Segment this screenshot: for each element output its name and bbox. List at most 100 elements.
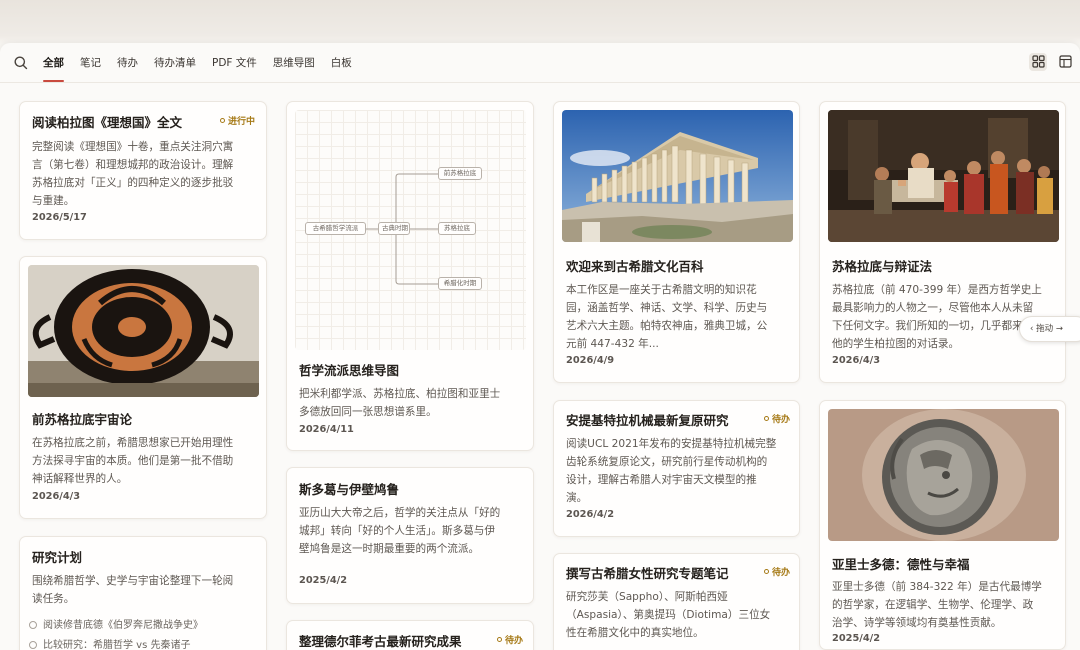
- body-line: 齿轮系统复原论文，研究前行星传动机构的: [566, 456, 768, 468]
- body-line: 把米利都学派、苏格拉底、柏拉图和亚里士: [299, 388, 501, 400]
- card-title: 斯多葛与伊壁鸠鲁: [299, 482, 400, 497]
- arrow-right-icon: →: [1053, 324, 1063, 334]
- card-body: 本工作区是一座关于古希腊文明的知识花 园，涵盖哲学、神话、文学、科学、历史与 艺…: [566, 281, 796, 353]
- card-date: 2026/4/3: [32, 491, 81, 502]
- tab-mindmap[interactable]: 思维导图: [273, 43, 315, 83]
- greek-vase-image: [28, 265, 259, 397]
- task-label: 阅读修昔底德《伯罗奔尼撒战争史》: [43, 620, 203, 631]
- task-item[interactable]: 比较研究：希腊哲学 vs 先秦诸子: [29, 636, 191, 650]
- status-badge-label: 待办: [772, 415, 791, 425]
- body-line: 在苏格拉底之前，希腊思想家已开始用理性: [32, 437, 234, 449]
- card-research-plan[interactable]: 研究计划 围绕希腊哲学、史学与宇宙论整理下一轮阅 读任务。 阅读修昔底德《伯罗奔…: [19, 536, 267, 650]
- grid-view-button[interactable]: [1029, 53, 1047, 71]
- filter-tabs: 全部 笔记 待办 待办清单 PDF 文件 思维导图 白板: [43, 43, 368, 83]
- body-line: 亚里士多德（前 384-322 年）是古代最博学: [832, 581, 1042, 593]
- tab-notes[interactable]: 笔记: [80, 43, 101, 83]
- card-date: 2025/4/2: [832, 633, 881, 644]
- card-body: 亚历山大大帝之后，哲学的关注点从「好的 城邦」转向「好的个人生活」。斯多葛与伊 …: [299, 504, 529, 558]
- status-badge-label: 待办: [505, 636, 524, 646]
- card-title: 研究计划: [32, 550, 83, 565]
- tab-todo-list[interactable]: 待办清单: [154, 43, 196, 83]
- body-line: 苏格拉底（前 470-399 年）是西方哲学史上: [832, 284, 1042, 296]
- card-welcome[interactable]: 欢迎来到古希腊文化百科 本工作区是一座关于古希腊文明的知识花 园，涵盖哲学、神话…: [553, 101, 800, 383]
- checkbox-icon[interactable]: [29, 641, 37, 649]
- app-window: 全部 笔记 待办 待办清单 PDF 文件 思维导图 白板 阅读柏拉图《理想国》全…: [0, 43, 1080, 650]
- status-dot-icon: [764, 416, 769, 421]
- status-badge: 待办: [764, 565, 790, 578]
- card-title: 整理德尔菲考古最新研究成果: [299, 634, 462, 649]
- card-title: 哲学流派思维导图: [299, 363, 400, 378]
- tab-todo[interactable]: 待办: [117, 43, 138, 83]
- body-line: 园，涵盖哲学、神话、文学、科学、历史与: [566, 302, 768, 314]
- card-antikythera[interactable]: 安提基特拉机械最新复原研究 待办 阅读UCL 2021年发布的安提基特拉机械完整…: [553, 400, 800, 537]
- body-line: 壁鸠鲁是这一时期最重要的两个流派。: [299, 543, 480, 555]
- checkbox-icon[interactable]: [29, 621, 37, 629]
- card-body: 把米利都学派、苏格拉底、柏拉图和亚里士 多德放回同一张思想谱系里。: [299, 385, 529, 421]
- card-date: 2026/5/17: [32, 212, 87, 223]
- card-body: 亚里士多德（前 384-322 年）是古代最博学 的哲学家，在逻辑学、生物学、伦…: [832, 578, 1064, 632]
- card-women[interactable]: 撰写古希腊女性研究专题笔记 待办 研究莎芙（Sappho）、阿斯帕西娅 （Asp…: [553, 553, 800, 650]
- body-line: 研究莎芙（Sappho）、阿斯帕西娅: [566, 591, 728, 603]
- status-badge-label: 进行中: [228, 117, 256, 127]
- mindmap-root-node: 古希腊哲学流派: [305, 222, 366, 235]
- mindmap-node: 苏格拉底: [438, 222, 476, 235]
- card-title: 前苏格拉底宇宙论: [32, 412, 133, 427]
- mindmap-node: 古典时期: [378, 222, 410, 235]
- task-label: 比较研究：希腊哲学 vs 先秦诸子: [43, 640, 191, 650]
- card-title: 撰写古希腊女性研究专题笔记: [566, 566, 729, 581]
- status-badge: 待办: [497, 633, 523, 646]
- card-stoic[interactable]: 斯多葛与伊壁鸠鲁 亚历山大大帝之后，哲学的关注点从「好的 城邦」转向「好的个人生…: [286, 467, 534, 604]
- body-line: 完整阅读《理想国》十卷，重点关注洞穴寓: [32, 141, 234, 153]
- task-item[interactable]: 阅读修昔底德《伯罗奔尼撒战争史》: [29, 616, 203, 631]
- body-line: 言（第七卷）和理想城邦的政治设计。理解: [32, 159, 234, 171]
- card-body: 阅读UCL 2021年发布的安提基特拉机械完整 齿轮系统复原论文，研究前行星传动…: [566, 435, 798, 507]
- parthenon-image: [562, 110, 793, 242]
- body-line: 设计，理解古希腊人对宇宙天文模型的推: [566, 474, 757, 486]
- body-line: 神话解释世界的人。: [32, 473, 128, 485]
- body-line: （Aspasia）、第奥提玛（Diotima）三位女: [566, 609, 771, 621]
- status-dot-icon: [497, 637, 502, 642]
- status-badge: 待办: [764, 412, 790, 425]
- top-toolbar: 全部 笔记 待办 待办清单 PDF 文件 思维导图 白板: [0, 43, 1080, 83]
- card-mindmap[interactable]: 古希腊哲学流派 古典时期 前苏格拉底 苏格拉底 希腊化时期 哲学流派思维导图 把…: [286, 101, 534, 451]
- card-body: 在苏格拉底之前，希腊思想家已开始用理性 方法探寻宇宙的本质。他们是第一批不借助 …: [32, 434, 262, 488]
- card-republic[interactable]: 阅读柏拉图《理想国》全文 进行中 完整阅读《理想国》十卷，重点关注洞穴寓 言（第…: [19, 101, 267, 240]
- status-badge: 进行中: [220, 114, 255, 127]
- body-line: 方法探寻宇宙的本质。他们是第一批不借助: [32, 455, 234, 467]
- card-title: 阅读柏拉图《理想国》全文: [32, 115, 183, 130]
- mindmap-preview: 古希腊哲学流派 古典时期 前苏格拉底 苏格拉底 希腊化时期: [295, 110, 526, 350]
- status-badge-label: 待办: [772, 568, 791, 578]
- card-title: 亚里士多德：德性与幸福: [832, 557, 970, 572]
- mindmap-node: 前苏格拉底: [438, 167, 482, 180]
- card-body: 研究莎芙（Sappho）、阿斯帕西娅 （Aspasia）、第奥提玛（Diotim…: [566, 588, 798, 642]
- tab-all[interactable]: 全部: [43, 43, 64, 83]
- card-date: 2026/4/9: [566, 355, 615, 366]
- tab-whiteboard[interactable]: 白板: [331, 43, 352, 83]
- card-date: 2025/4/2: [299, 575, 348, 586]
- status-dot-icon: [220, 118, 225, 123]
- card-body: 完整阅读《理想国》十卷，重点关注洞穴寓 言（第七卷）和理想城邦的政治设计。理解 …: [32, 138, 262, 210]
- card-presocratic[interactable]: 前苏格拉底宇宙论 在苏格拉底之前，希腊思想家已开始用理性 方法探寻宇宙的本质。他…: [19, 256, 267, 519]
- mindmap-node: 希腊化时期: [438, 277, 482, 290]
- table-icon: [1058, 53, 1072, 72]
- body-line: 性在希腊文化中的真实地位。: [566, 627, 704, 639]
- tab-pdf[interactable]: PDF 文件: [212, 43, 257, 83]
- card-title: 安提基特拉机械最新复原研究: [566, 413, 729, 428]
- body-line: 治学、诗学等领域均有奠基性贡献。: [832, 617, 1002, 629]
- body-line: 城邦」转向「好的个人生活」。斯多葛与伊: [299, 525, 495, 537]
- body-line: 与重建。: [32, 195, 75, 207]
- card-date: 2026/4/11: [299, 424, 354, 435]
- status-dot-icon: [764, 569, 769, 574]
- search-icon[interactable]: [13, 55, 29, 71]
- body-line: 读任务。: [32, 593, 75, 605]
- greek-coin-image: [828, 409, 1059, 541]
- card-aristotle[interactable]: 亚里士多德：德性与幸福 亚里士多德（前 384-322 年）是古代最博学 的哲学…: [819, 400, 1066, 650]
- card-body: 围绕希腊哲学、史学与宇宙论整理下一轮阅 读任务。: [32, 572, 262, 608]
- body-line: 本工作区是一座关于古希腊文明的知识花: [566, 284, 757, 296]
- card-delphi[interactable]: 整理德尔菲考古最新研究成果 待办: [286, 620, 534, 650]
- body-line: 围绕希腊哲学、史学与宇宙论整理下一轮阅: [32, 575, 234, 587]
- drag-handle[interactable]: ‹ 拖动 →: [1019, 316, 1080, 342]
- card-title: 欢迎来到古希腊文化百科: [566, 259, 704, 274]
- body-line: 的哲学家，在逻辑学、生物学、伦理学、政: [832, 599, 1034, 611]
- table-view-button[interactable]: [1056, 53, 1074, 71]
